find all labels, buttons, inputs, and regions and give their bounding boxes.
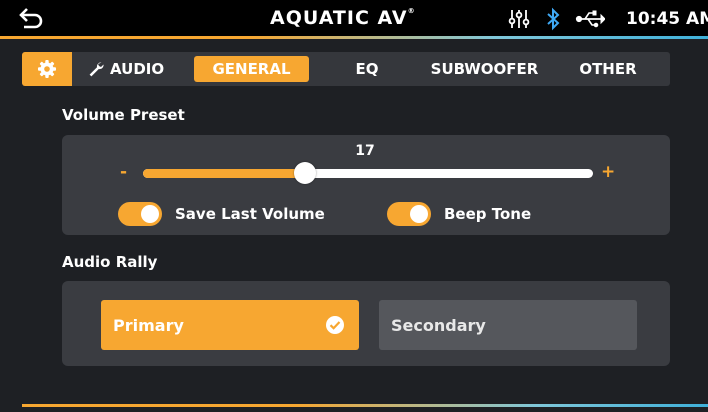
footer-accent-line bbox=[22, 404, 708, 407]
tab-general-label: GENERAL bbox=[212, 60, 291, 78]
status-bar: AQUATIC AV® 10:45 AM bbox=[0, 0, 708, 38]
brand-name: AQUATIC AV bbox=[270, 7, 408, 29]
primary-button[interactable]: Primary bbox=[101, 300, 359, 350]
tab-general[interactable]: GENERAL bbox=[194, 56, 309, 82]
secondary-button[interactable]: Secondary bbox=[379, 300, 637, 350]
brand-registered-mark: ® bbox=[407, 7, 416, 15]
tab-other[interactable]: OTHER bbox=[570, 56, 646, 82]
toggle-knob bbox=[410, 205, 428, 223]
usb-icon bbox=[575, 10, 605, 28]
toggle-knob bbox=[141, 205, 159, 223]
volume-slider-fill bbox=[143, 169, 305, 178]
wrench-icon bbox=[89, 62, 104, 77]
tab-audio[interactable]: AUDIO bbox=[88, 52, 164, 86]
save-last-volume-toggle[interactable] bbox=[118, 202, 162, 226]
header-accent-line bbox=[0, 36, 708, 39]
tab-subwoofer[interactable]: SUBWOOFER bbox=[422, 56, 547, 82]
volume-slider[interactable] bbox=[143, 162, 593, 184]
beep-tone-toggle[interactable] bbox=[387, 202, 431, 226]
settings-button[interactable] bbox=[22, 52, 72, 86]
equalizer-icon[interactable] bbox=[508, 8, 530, 30]
clock: 10:45 AM bbox=[626, 9, 708, 29]
volume-preset-title: Volume Preset bbox=[62, 106, 185, 124]
volume-value: 17 bbox=[355, 143, 375, 159]
volume-increase-button[interactable]: + bbox=[601, 162, 615, 182]
audio-rally-title: Audio Rally bbox=[62, 253, 158, 271]
back-arrow-icon[interactable] bbox=[18, 6, 44, 32]
brand-logo: AQUATIC AV® bbox=[270, 7, 470, 29]
checkmark-icon bbox=[326, 316, 344, 334]
tab-other-label: OTHER bbox=[579, 60, 637, 78]
volume-slider-thumb[interactable] bbox=[294, 162, 316, 184]
tab-audio-label: AUDIO bbox=[110, 60, 165, 78]
secondary-label: Secondary bbox=[391, 315, 486, 335]
bluetooth-icon bbox=[547, 7, 560, 31]
tab-eq-label: EQ bbox=[355, 60, 379, 78]
gear-icon bbox=[38, 60, 56, 78]
tab-eq[interactable]: EQ bbox=[342, 56, 392, 82]
volume-decrease-button[interactable]: - bbox=[120, 162, 127, 182]
tab-bar: AUDIO GENERAL EQ SUBWOOFER OTHER bbox=[22, 52, 670, 86]
save-last-volume-label: Save Last Volume bbox=[175, 205, 325, 223]
primary-label: Primary bbox=[113, 315, 184, 335]
beep-tone-label: Beep Tone bbox=[444, 205, 532, 223]
tab-subwoofer-label: SUBWOOFER bbox=[430, 60, 539, 78]
